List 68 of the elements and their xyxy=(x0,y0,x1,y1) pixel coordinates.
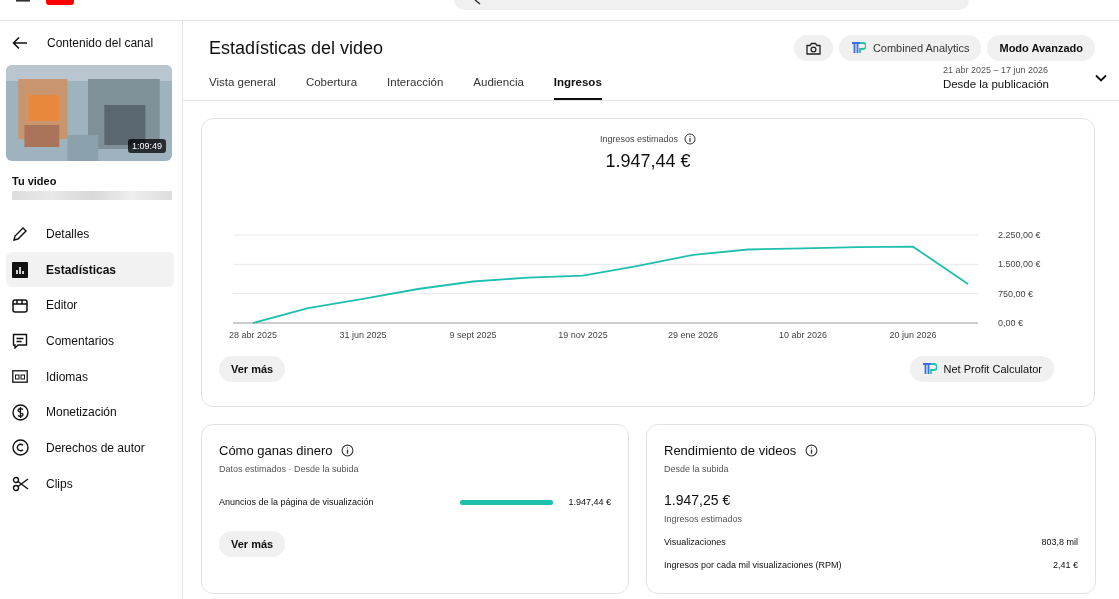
info-icon[interactable] xyxy=(684,133,696,145)
stat-value: 2,41 € xyxy=(1052,560,1078,570)
card-subtitle: Desde la subida xyxy=(664,464,730,474)
tab[interactable]: Audiencia xyxy=(473,76,524,100)
tab[interactable]: Ingresos xyxy=(553,76,602,100)
y-tick-label: 2.250,00 € xyxy=(998,230,1041,240)
card-title: Rendimiento de videos xyxy=(664,443,797,458)
total-label: Ingresos estimados xyxy=(664,514,744,524)
source-label: Anuncios de la página de visualización xyxy=(219,497,375,507)
tab[interactable]: Vista general xyxy=(209,76,276,100)
card-title: Cómo ganas dinero xyxy=(219,443,333,458)
x-tick-label: 29 ene 2026 xyxy=(667,330,719,340)
card-subtitle: Datos estimados · Desde la subida xyxy=(219,464,360,474)
y-tick-label: 750,00 € xyxy=(998,288,1034,299)
duration-badge: 1:09:49 xyxy=(127,139,166,153)
page-title: Estadísticas del video xyxy=(209,37,384,59)
date-range-label: Desde la publicación xyxy=(942,78,1049,90)
x-tick-label: 19 nov 2025 xyxy=(558,330,608,340)
dollar-icon xyxy=(12,403,29,421)
sidebar-item[interactable]: Monetización xyxy=(6,394,174,431)
tp-logo-icon xyxy=(921,362,937,376)
comment-icon xyxy=(12,332,28,349)
tab[interactable]: Interacción xyxy=(387,76,444,100)
sidebar-item[interactable]: Comentarios xyxy=(6,323,174,359)
metric-label: Ingresos estimados xyxy=(599,134,678,144)
x-tick-label: 9 sept 2025 xyxy=(449,330,497,340)
pencil-icon xyxy=(12,225,28,242)
x-tick-label: 20 jun 2026 xyxy=(889,330,937,340)
tp-logo-icon xyxy=(850,41,866,55)
sidebar-item[interactable]: Clips xyxy=(6,465,174,502)
video-label: Tu video xyxy=(12,175,58,187)
date-range-picker[interactable]: 21 abr 2025 – 17 jun 2026 Desde la publicación xyxy=(942,65,1107,100)
sidebar-item[interactable]: Detalles xyxy=(6,216,174,252)
x-tick-label: 28 abr 2025 xyxy=(229,330,277,340)
info-icon[interactable] xyxy=(805,444,819,457)
info-icon[interactable] xyxy=(341,444,355,457)
mode-button[interactable]: Modo Avanzado xyxy=(987,35,1095,61)
copyright-icon xyxy=(12,439,29,457)
sidebar-item[interactable]: Derechos de autor xyxy=(6,430,174,466)
see-more-button[interactable]: Ver más xyxy=(219,531,286,557)
chevron-down-icon xyxy=(1095,73,1107,82)
source-value: 1.947,44 € xyxy=(567,497,611,507)
calculator-button[interactable]: Net Profit Calculator xyxy=(909,356,1054,382)
back-link[interactable]: Contenido del canal xyxy=(47,36,154,50)
x-tick-label: 31 jun 2025 xyxy=(339,330,387,340)
scissors-icon xyxy=(12,475,29,492)
stat-value: 803,8 mil xyxy=(1041,537,1078,547)
sidebar-item[interactable]: Editor xyxy=(6,287,174,324)
clapperboard-icon xyxy=(12,297,28,313)
y-tick-label: 1.500,00 € xyxy=(998,259,1041,270)
sidebar-item[interactable]: Idiomas xyxy=(6,358,174,395)
stat-label: Visualizaciones xyxy=(664,537,726,547)
screenshot-button[interactable] xyxy=(793,35,833,61)
x-tick-label: 10 abr 2026 xyxy=(779,330,827,340)
subtitles-icon xyxy=(12,370,28,384)
tab[interactable]: Cobertura xyxy=(305,76,358,100)
back-arrow-icon[interactable] xyxy=(12,36,28,50)
camera-icon xyxy=(805,41,821,55)
y-tick-label: 0,00 € xyxy=(998,318,1024,328)
see-more-button[interactable]: Ver más xyxy=(219,356,286,382)
metric-value: 1.947,44 € xyxy=(605,151,691,172)
total-value: 1.947,25 € xyxy=(664,492,732,508)
stat-label: Ingresos por cada mil visualizaciones (RPM) xyxy=(664,560,842,570)
menu-icon[interactable] xyxy=(16,0,30,4)
analytics-button[interactable]: Combined Analytics xyxy=(838,35,982,61)
bar-chart-icon xyxy=(12,261,28,278)
date-range-text: 21 abr 2025 – 17 jun 2026 xyxy=(942,65,1049,75)
sidebar-item[interactable]: Estadísticas xyxy=(6,251,174,288)
